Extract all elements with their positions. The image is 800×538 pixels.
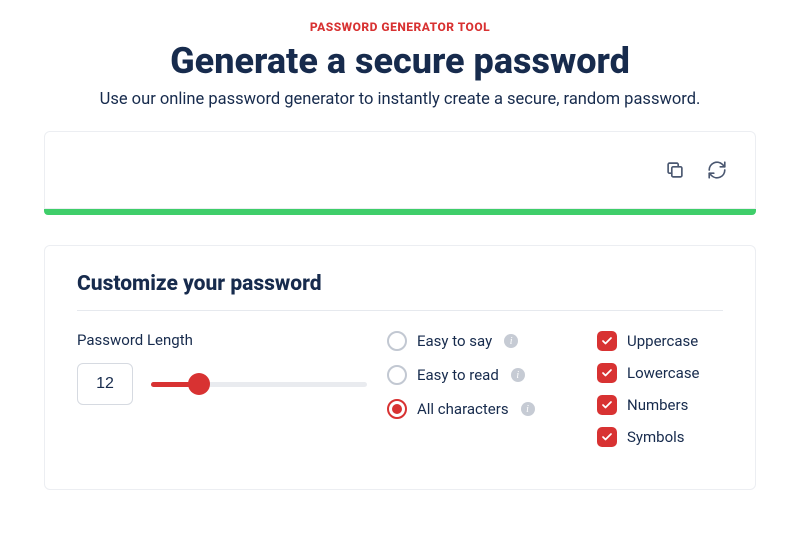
radio-icon xyxy=(387,365,407,385)
password-actions xyxy=(663,158,729,182)
option-symbols[interactable]: Symbols xyxy=(597,427,723,447)
checkbox-icon xyxy=(597,331,617,351)
strength-bar xyxy=(44,209,756,215)
password-display-card xyxy=(44,131,756,209)
checkbox-icon xyxy=(597,363,617,383)
info-icon[interactable]: i xyxy=(511,368,525,382)
option-label: Uppercase xyxy=(627,332,698,350)
option-lowercase[interactable]: Lowercase xyxy=(597,363,723,383)
checkbox-icon xyxy=(597,395,617,415)
option-uppercase[interactable]: Uppercase xyxy=(597,331,723,351)
refresh-icon xyxy=(706,159,728,181)
info-icon[interactable]: i xyxy=(504,334,518,348)
radio-icon xyxy=(387,331,407,351)
radio-icon xyxy=(387,399,407,419)
option-label: Lowercase xyxy=(627,364,700,382)
mode-label: Easy to say xyxy=(417,332,492,350)
copy-button[interactable] xyxy=(663,158,687,182)
mode-all-characters[interactable]: All characters i xyxy=(387,399,577,419)
page-title: Generate a secure password xyxy=(44,40,756,82)
copy-icon xyxy=(664,159,686,181)
divider xyxy=(77,310,723,311)
option-numbers[interactable]: Numbers xyxy=(597,395,723,415)
length-input[interactable] xyxy=(77,363,133,405)
mode-easy-to-read[interactable]: Easy to read i xyxy=(387,365,577,385)
eyebrow-label: PASSWORD GENERATOR TOOL xyxy=(44,20,756,34)
length-column: Password Length xyxy=(77,331,367,459)
slider-thumb[interactable] xyxy=(188,373,210,395)
regenerate-button[interactable] xyxy=(705,158,729,182)
info-icon[interactable]: i xyxy=(521,402,535,416)
customize-card: Customize your password Password Length xyxy=(44,245,756,490)
checkbox-icon xyxy=(597,427,617,447)
options-column: Uppercase Lowercase Numbers xyxy=(597,331,723,459)
mode-easy-to-say[interactable]: Easy to say i xyxy=(387,331,577,351)
mode-label: Easy to read xyxy=(417,366,499,384)
length-label: Password Length xyxy=(77,331,367,349)
option-label: Numbers xyxy=(627,396,688,414)
mode-label: All characters xyxy=(417,400,509,418)
page-subtitle: Use our online password generator to ins… xyxy=(44,90,756,109)
customize-title: Customize your password xyxy=(77,272,723,296)
option-label: Symbols xyxy=(627,428,685,446)
mode-column: Easy to say i Easy to read i All charact… xyxy=(387,331,577,459)
length-slider[interactable] xyxy=(151,374,367,394)
